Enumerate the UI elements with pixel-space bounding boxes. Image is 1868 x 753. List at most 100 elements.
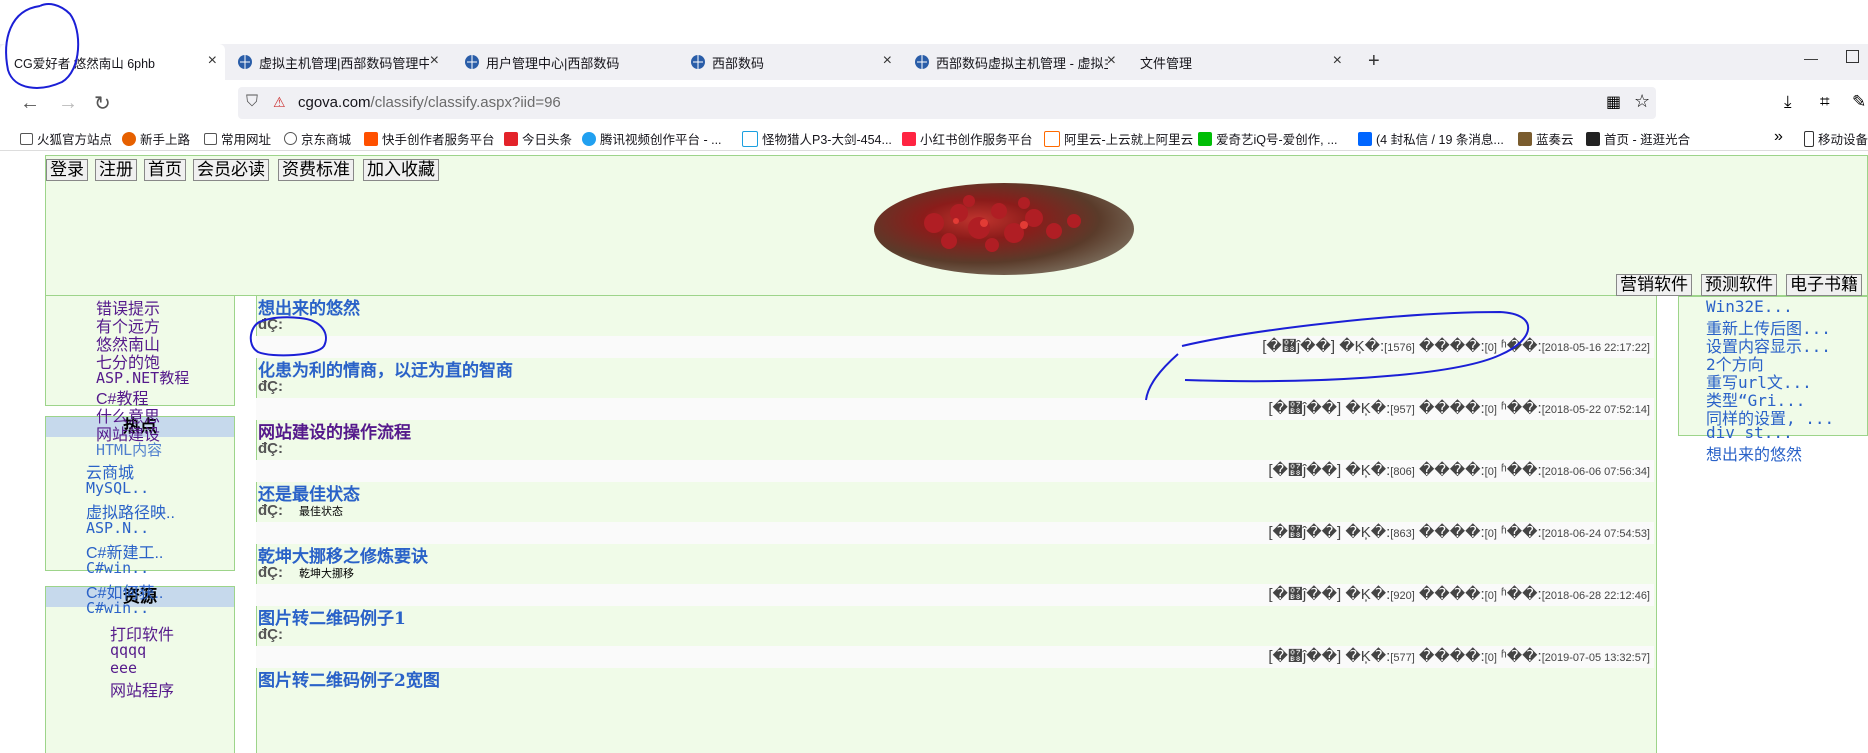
xiaohongshu-icon xyxy=(902,131,916,146)
url-text[interactable]: cgova.com/classify/classify.aspx?iid=96 xyxy=(298,94,561,111)
home-button[interactable]: 首页 xyxy=(144,159,186,181)
web-page: 登录 注册 首页 会员必读 资费标准 加入收藏 营销软件 预测软件 电子书籍 热… xyxy=(0,151,1868,753)
tencent-video-icon xyxy=(582,131,596,146)
article-summary: đÇ: xyxy=(258,626,283,643)
article-meta: [�޸ĵ��] �Ķ�:[957] ����:[0] ʱ��:[2018-05-… xyxy=(256,398,1654,420)
close-icon[interactable]: × xyxy=(1107,53,1116,69)
bookmark-item[interactable]: 怪物猎人P3-大剑-454... xyxy=(742,129,892,148)
qr-icon[interactable]: ▦ xyxy=(1606,92,1621,112)
minimize-icon[interactable]: — xyxy=(1804,50,1818,66)
tab-cg[interactable]: CG爱好者 悠然南山 6phb × xyxy=(0,44,225,80)
forecast-software-button[interactable]: 预测软件 xyxy=(1701,274,1777,296)
banner-image xyxy=(874,183,1134,275)
bookmark-item[interactable]: 阿里云-上云就上阿里云 xyxy=(1044,129,1193,148)
resource-link[interactable]: 网站程序 xyxy=(110,677,174,701)
bilibili-icon xyxy=(742,130,758,147)
marketing-software-button[interactable]: 营销软件 xyxy=(1616,274,1692,296)
hot-link[interactable]: C#win.. xyxy=(86,559,149,577)
article-summary: đÇ: xyxy=(258,316,283,333)
folder-icon xyxy=(20,132,33,145)
guanghe-icon xyxy=(1586,131,1600,146)
article-meta: [�޸ĵ��] �Ķ�:[577] ����:[0] ʱ��:[2019-07-… xyxy=(256,646,1654,668)
more-chevron-icon[interactable]: » xyxy=(1774,128,1783,146)
url-path: /classify/classify.aspx?iid=96 xyxy=(370,94,561,111)
register-button[interactable]: 注册 xyxy=(95,159,137,181)
hot-link[interactable]: C#win.. xyxy=(86,599,149,617)
aliyun-icon xyxy=(1044,130,1060,147)
article-meta: [�޸ĵ��] �Ķ�:[1576] ����:[0] ʱ��:[2018-05… xyxy=(256,336,1654,358)
mobile-icon xyxy=(1804,130,1814,147)
bookmark-item[interactable]: 常用网址 xyxy=(204,129,271,148)
bookmark-item[interactable]: 首页 - 逛逛光合 xyxy=(1586,129,1690,148)
category-link[interactable]: HTML内容 xyxy=(96,439,162,460)
bookmark-item[interactable]: 今日头条 xyxy=(504,129,572,148)
new-tab-plus-icon[interactable]: + xyxy=(1368,50,1380,73)
tab-vhost[interactable]: 虚拟主机管理|西部数码管理中心 × xyxy=(237,44,447,80)
article-summary: đÇ: xyxy=(258,440,283,457)
bookmark-item[interactable]: 小红书创作服务平台 xyxy=(902,129,1033,148)
article-meta: [�޸ĵ��] �Ķ�:[806] ����:[0] ʱ��:[2018-06-… xyxy=(256,460,1654,482)
bookmark-item[interactable]: 新手上路 xyxy=(122,129,190,148)
member-notice-button[interactable]: 会员必读 xyxy=(193,159,269,181)
close-icon[interactable]: × xyxy=(883,53,892,69)
tab-title: 文件管理 xyxy=(1140,55,1193,71)
tab-title: 用户管理中心|西部数码 xyxy=(486,55,620,71)
close-icon[interactable]: × xyxy=(430,53,439,69)
ebook-button[interactable]: 电子书籍 xyxy=(1786,274,1862,296)
iqiyi-icon xyxy=(1198,131,1212,146)
globe-icon xyxy=(237,54,253,70)
bookmark-item[interactable]: (4 封私信 / 19 条消息... xyxy=(1358,129,1504,148)
close-icon[interactable]: × xyxy=(208,53,217,69)
bookmark-item[interactable]: 京东商城 xyxy=(284,129,351,148)
download-icon[interactable]: ⤓ xyxy=(1784,92,1792,112)
extensions-icon[interactable]: ✎ xyxy=(1852,92,1866,112)
login-button[interactable]: 登录 xyxy=(46,159,88,181)
bookmark-item[interactable]: 火狐官方站点 xyxy=(20,129,112,148)
recent-link[interactable]: 想出来的悠然 xyxy=(1706,441,1802,465)
tab-usercenter[interactable]: 用户管理中心|西部数码 xyxy=(464,44,674,80)
firefox-icon xyxy=(122,131,136,146)
url-host: cgova.com xyxy=(298,94,371,111)
crop-icon[interactable]: ⌗ xyxy=(1820,92,1830,112)
tab-files[interactable]: 文件管理 × xyxy=(1140,44,1350,80)
bookmark-item[interactable]: 移动设备 xyxy=(1804,129,1868,148)
forward-arrow-icon[interactable]: → xyxy=(58,92,78,115)
lock-icon[interactable]: ⚠ xyxy=(273,94,286,111)
bookmark-item[interactable]: 腾讯视频创作平台 - ... xyxy=(582,129,722,148)
tab-vhost-manage[interactable]: 西部数码虚拟主机管理 - 虚拟主 × xyxy=(914,44,1124,80)
star-icon[interactable]: ☆ xyxy=(1634,91,1650,112)
resource-link[interactable]: qqqq xyxy=(110,641,146,659)
flower-image xyxy=(924,195,1081,252)
reload-icon[interactable]: ↻ xyxy=(94,91,111,116)
article-summary: đÇ: 最佳状态 xyxy=(258,502,343,519)
maximize-icon[interactable] xyxy=(1846,50,1859,63)
shield-icon[interactable]: ⛉ xyxy=(246,93,258,111)
close-icon[interactable]: × xyxy=(1333,53,1342,69)
favorite-button[interactable]: 加入收藏 xyxy=(363,159,439,181)
bookmark-item[interactable]: 爱奇艺iQ号-爱创作, ... xyxy=(1198,129,1338,148)
back-arrow-icon[interactable]: ← xyxy=(20,92,40,115)
tab-west[interactable]: 西部数码 × xyxy=(690,44,900,80)
lanzou-icon xyxy=(1518,131,1532,146)
article-summary: đÇ: 乾坤大挪移 xyxy=(258,564,354,581)
tab-title: 西部数码 xyxy=(712,55,765,71)
tab-bar: CG爱好者 悠然南山 6phb × 虚拟主机管理|西部数码管理中心 × 用户管理… xyxy=(0,44,1868,80)
hot-link[interactable]: ASP.N.. xyxy=(86,519,149,537)
tab-title: 虚拟主机管理|西部数码管理中心 xyxy=(259,55,429,71)
globe-icon xyxy=(464,54,480,70)
recent-link[interactable]: div st... xyxy=(1706,423,1793,442)
recent-link[interactable]: Win32E... xyxy=(1706,297,1793,316)
globe-icon xyxy=(284,132,297,145)
article-summary: đÇ: xyxy=(258,378,283,395)
globe-icon xyxy=(690,54,706,70)
resource-link[interactable]: eee xyxy=(110,659,137,677)
article-meta: [�޸ĵ��] �Ķ�:[920] ����:[0] ʱ��:[2018-06-… xyxy=(256,584,1654,606)
zhihu-icon xyxy=(1358,131,1372,146)
tab-title: CG爱好者 悠然南山 6phb xyxy=(14,56,156,71)
article-title[interactable]: 图片转二维码例子2宽图 xyxy=(258,666,440,691)
pricing-button[interactable]: 资费标准 xyxy=(278,159,354,181)
hot-link[interactable]: MySQL.. xyxy=(86,479,149,497)
bookmark-item[interactable]: 蓝奏云 xyxy=(1518,129,1574,148)
bookmark-item[interactable]: 快手创作者服务平台 xyxy=(364,129,495,148)
toutiao-icon xyxy=(504,131,518,146)
